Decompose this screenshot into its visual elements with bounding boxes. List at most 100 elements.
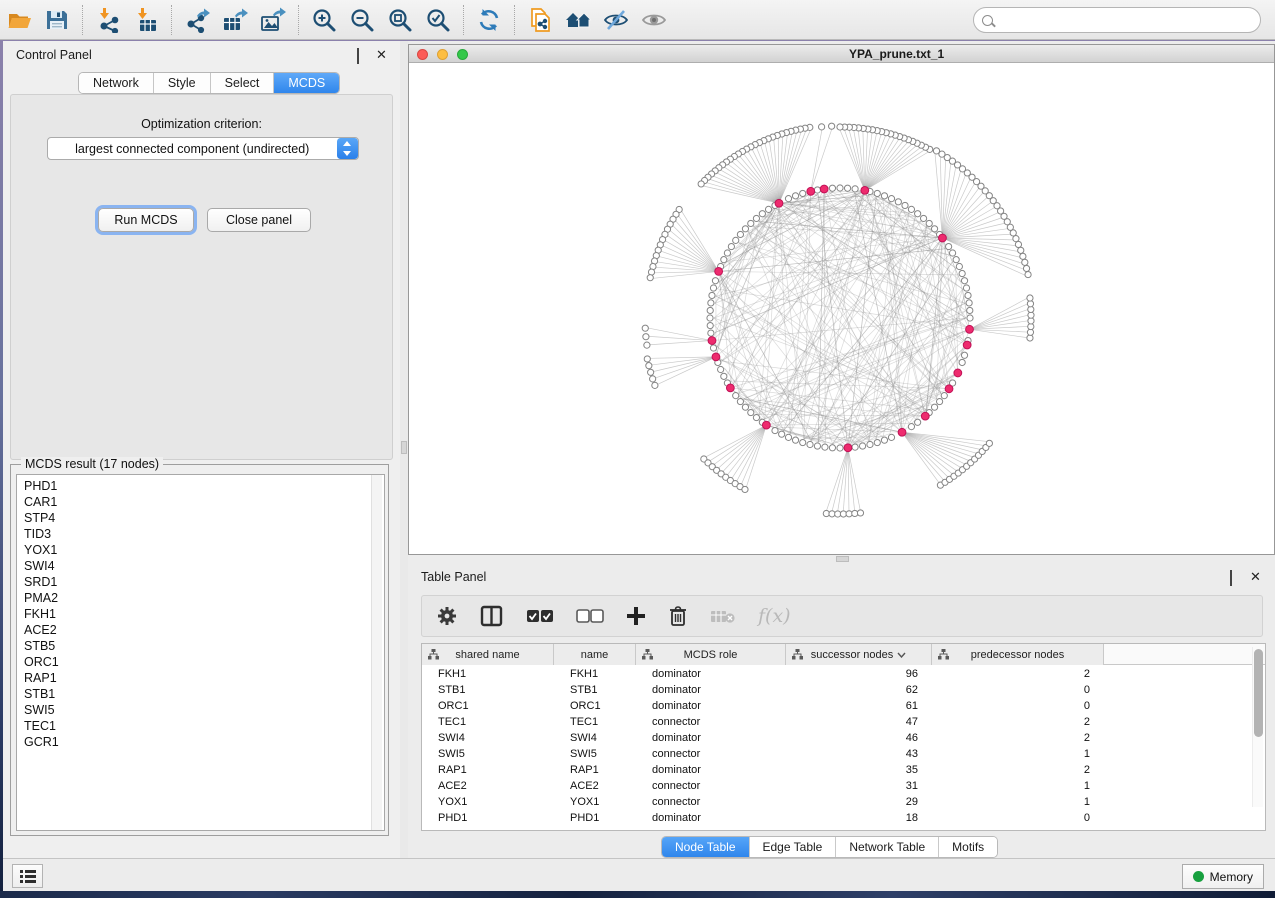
eye-slash-icon (603, 7, 629, 33)
network-window: YPA_prune.txt_1 (408, 44, 1275, 555)
run-mcds-button[interactable]: Run MCDS (98, 208, 194, 232)
mcds-result-item[interactable]: GCR1 (24, 734, 384, 750)
save-icon (44, 7, 70, 33)
table-row[interactable]: SWI5SWI5connector431 (422, 746, 1265, 762)
minimize-window-icon[interactable] (437, 49, 448, 60)
maximize-window-icon[interactable] (457, 49, 468, 60)
refresh-button[interactable] (472, 4, 506, 36)
hide-selected-button[interactable] (599, 4, 633, 36)
mcds-result-item[interactable]: TEC1 (24, 718, 384, 734)
tab-mcds[interactable]: MCDS (274, 73, 339, 93)
mcds-result-item[interactable]: SWI4 (24, 558, 384, 574)
table-scrollbar[interactable] (1252, 647, 1263, 807)
delete-column-button[interactable] (668, 601, 688, 631)
column-header[interactable]: name (554, 644, 636, 665)
create-column-button[interactable] (626, 601, 646, 631)
table-row[interactable]: ACE2ACE2connector311 (422, 778, 1265, 794)
mcds-result-item[interactable]: ORC1 (24, 654, 384, 670)
float-panel-button[interactable] (357, 49, 370, 61)
table-cell: 1 (932, 780, 1104, 792)
show-all-button[interactable] (637, 4, 671, 36)
memory-button[interactable]: Memory (1182, 864, 1264, 889)
zoom-fit-button[interactable] (383, 4, 417, 36)
float-table-panel-button[interactable] (1230, 571, 1243, 583)
close-panel-button[interactable]: ✕ (376, 49, 389, 61)
table-row[interactable]: TEC1TEC1connector472 (422, 714, 1265, 730)
table-cell: 0 (932, 812, 1104, 824)
tab-edge-table[interactable]: Edge Table (750, 837, 837, 857)
mcds-result-list[interactable]: PHD1CAR1STP4TID3YOX1SWI4SRD1PMA2FKH1ACE2… (16, 474, 385, 831)
task-history-button[interactable] (12, 864, 43, 888)
mcds-result-item[interactable]: RAP1 (24, 670, 384, 686)
criterion-dropdown[interactable]: largest connected component (undirected) (47, 137, 359, 160)
table-row[interactable]: FKH1FKH1dominator962 (422, 666, 1265, 682)
show-column-panel-button[interactable] (480, 601, 504, 631)
table-row[interactable]: RAP1RAP1dominator352 (422, 762, 1265, 778)
horizontal-splitter[interactable] (408, 555, 1275, 563)
table-header: shared namenameMCDS rolesuccessor nodesp… (422, 644, 1265, 665)
table-cell: SWI5 (554, 748, 636, 760)
table-row[interactable]: SWI4SWI4dominator462 (422, 730, 1265, 746)
zoom-out-button[interactable] (345, 4, 379, 36)
tab-select[interactable]: Select (211, 73, 275, 93)
mcds-result-item[interactable]: FKH1 (24, 606, 384, 622)
tab-node-table[interactable]: Node Table (662, 837, 750, 857)
network-graph[interactable] (409, 63, 1274, 554)
table-cell: FKH1 (554, 668, 636, 680)
table-settings-button[interactable] (436, 601, 458, 631)
search-input[interactable] (999, 10, 1260, 30)
close-table-panel-button[interactable]: ✕ (1250, 571, 1263, 583)
splitter-grip[interactable] (836, 556, 849, 562)
export-network-button[interactable] (180, 4, 214, 36)
table-row[interactable]: PHD1PHD1dominator180 (422, 810, 1265, 826)
table-row[interactable]: ORC1ORC1dominator610 (422, 698, 1265, 714)
network-titlebar[interactable]: YPA_prune.txt_1 (409, 45, 1274, 63)
mcds-result-item[interactable]: STP4 (24, 510, 384, 526)
table-row[interactable]: YOX1YOX1connector291 (422, 794, 1265, 810)
mcds-result-item[interactable]: YOX1 (24, 542, 384, 558)
zoom-selected-button[interactable] (421, 4, 455, 36)
tab-network-table[interactable]: Network Table (836, 837, 939, 857)
tab-network[interactable]: Network (79, 73, 154, 93)
mcds-result-item[interactable]: SWI5 (24, 702, 384, 718)
first-neighbors-button[interactable] (561, 4, 595, 36)
scrollbar-thumb[interactable] (1254, 649, 1263, 737)
splitter-grip[interactable] (401, 441, 407, 454)
application-window: Control Panel ✕ Network Style Select MCD… (0, 0, 1275, 898)
column-header[interactable]: shared name (422, 644, 554, 665)
import-table-button[interactable] (129, 4, 163, 36)
search-box[interactable] (973, 7, 1261, 33)
toolbar-separator (298, 5, 299, 35)
mcds-result-item[interactable]: TID3 (24, 526, 384, 542)
mcds-result-item[interactable]: PMA2 (24, 590, 384, 606)
tab-motifs[interactable]: Motifs (939, 837, 997, 857)
vertical-splitter[interactable] (400, 41, 408, 858)
zoom-in-button[interactable] (307, 4, 341, 36)
column-header[interactable]: predecessor nodes (932, 644, 1104, 665)
mcds-result-item[interactable]: SRD1 (24, 574, 384, 590)
column-header[interactable]: successor nodes (786, 644, 932, 665)
save-session-button[interactable] (40, 4, 74, 36)
mcds-result-item[interactable]: ACE2 (24, 622, 384, 638)
import-network-button[interactable] (91, 4, 125, 36)
close-window-icon[interactable] (417, 49, 428, 60)
checked-boxes-icon (526, 608, 554, 624)
toolbar-separator (171, 5, 172, 35)
mcds-result-item[interactable]: CAR1 (24, 494, 384, 510)
close-panel-button-mcds[interactable]: Close panel (207, 208, 311, 232)
mcds-result-item[interactable]: STB5 (24, 638, 384, 654)
table-row[interactable]: STB1STB1dominator620 (422, 682, 1265, 698)
duplicate-network-button[interactable] (523, 4, 557, 36)
mcds-result-item[interactable]: PHD1 (24, 478, 384, 494)
select-all-button[interactable] (526, 601, 554, 631)
export-image-button[interactable] (256, 4, 290, 36)
open-file-button[interactable] (2, 4, 36, 36)
tab-style[interactable]: Style (154, 73, 211, 93)
column-header[interactable]: MCDS role (636, 644, 786, 665)
mcds-result-item[interactable]: STB1 (24, 686, 384, 702)
deselect-all-button[interactable] (576, 601, 604, 631)
table-cell: SWI5 (422, 748, 554, 760)
table-cell: 18 (786, 812, 932, 824)
export-table-button[interactable] (218, 4, 252, 36)
mcds-list-scrollbar[interactable] (371, 475, 382, 830)
